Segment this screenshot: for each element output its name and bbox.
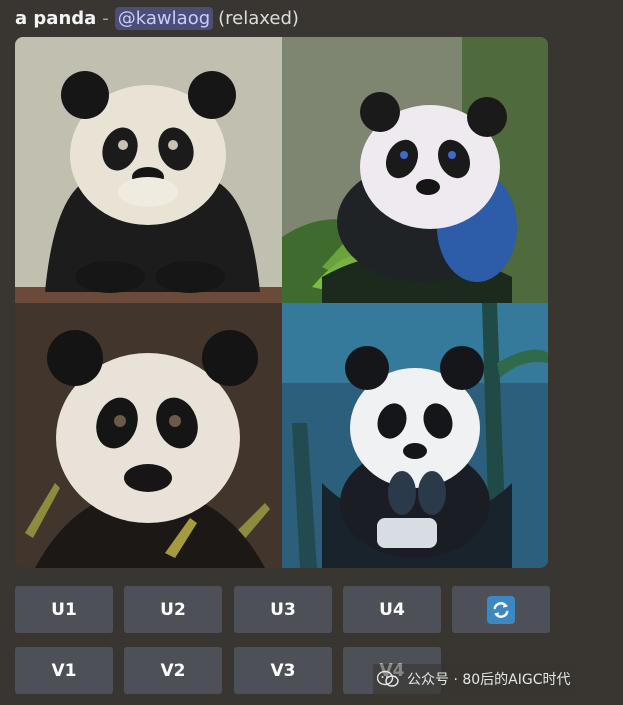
variation-button-2[interactable]: V2 [124,647,222,694]
reroll-button[interactable] [452,586,550,633]
upscale-button-3[interactable]: U3 [234,586,332,633]
refresh-icon [487,595,515,624]
variation-button-3[interactable]: V3 [234,647,332,694]
watermark: 公众号 · 80后的AIGC时代 [373,664,575,694]
upscale-button-2[interactable]: U2 [124,586,222,633]
upscale-button-4[interactable]: U4 [343,586,441,633]
prompt-separator: - [102,7,109,29]
panda-image-1[interactable] [15,37,282,303]
panda-image-3-art [15,303,282,568]
upscale-button-1[interactable]: U1 [15,586,113,633]
wechat-icon [377,670,399,687]
user-mention[interactable]: @kawlaog [114,6,214,30]
variation-button-1[interactable]: V1 [15,647,113,694]
generation-mode: (relaxed) [218,7,299,29]
panda-image-3[interactable] [15,303,282,568]
panda-image-1-art [15,37,282,303]
panda-image-2[interactable] [282,37,548,303]
image-grid[interactable] [15,37,548,568]
panda-image-4-art [282,303,548,568]
panda-image-4[interactable] [282,303,548,568]
prompt-text: a panda [15,7,97,29]
panda-image-2-art [282,37,548,303]
message-header: a panda - @kawlaog (relaxed) [15,4,299,32]
watermark-text: 公众号 · 80后的AIGC时代 [407,672,571,688]
